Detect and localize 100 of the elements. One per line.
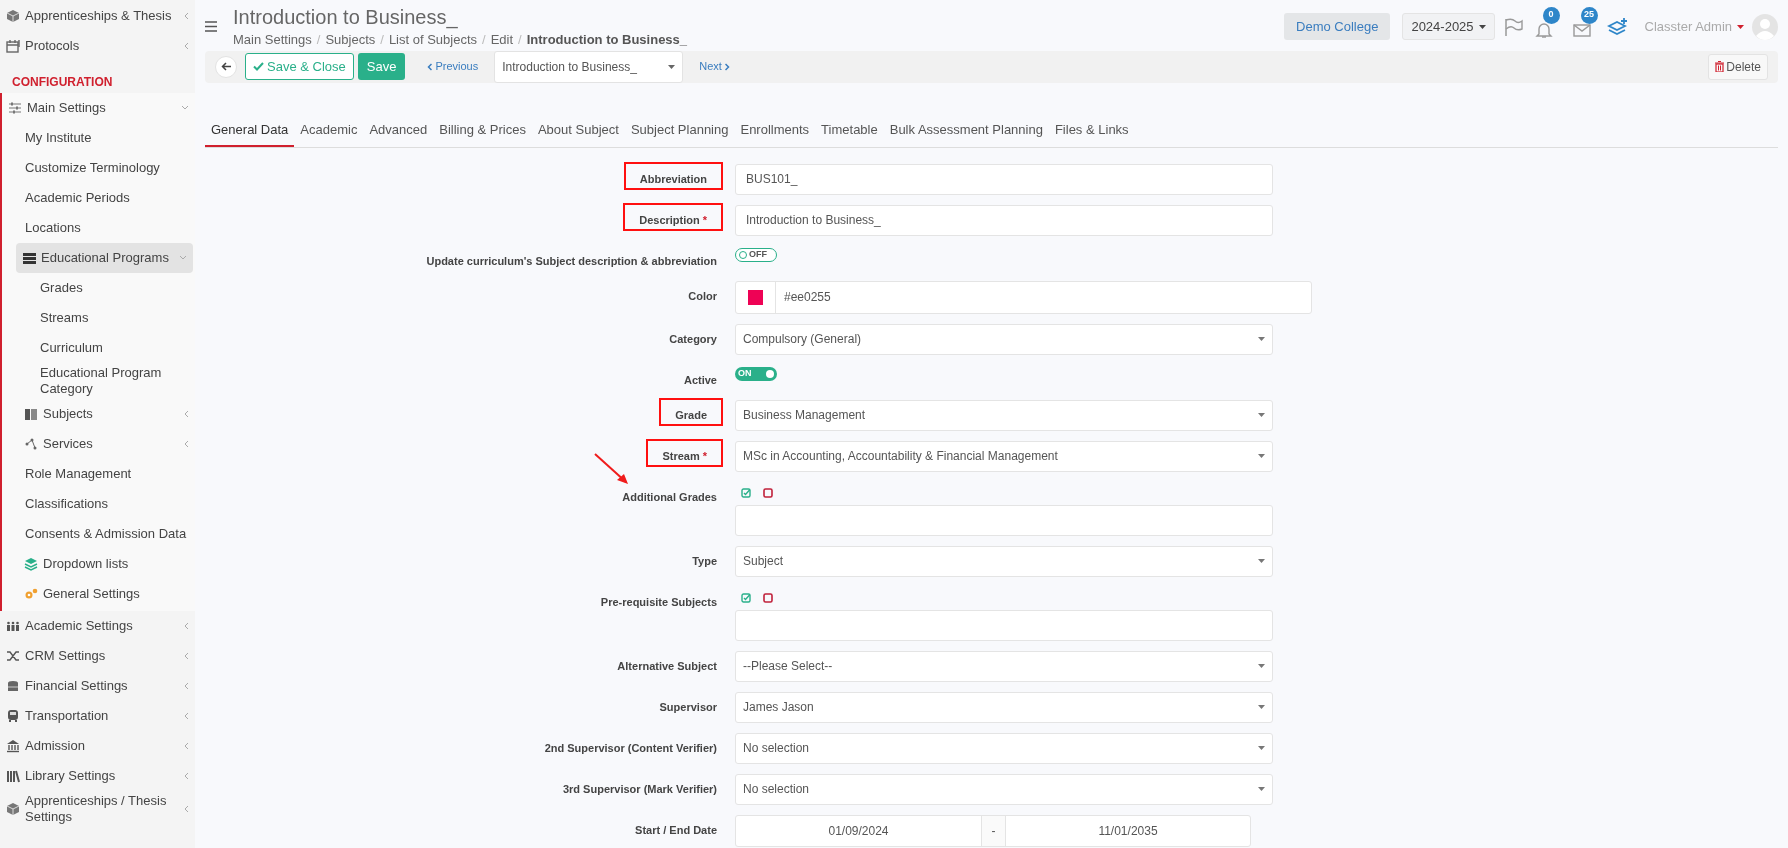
- caret-down-icon: [1258, 664, 1265, 668]
- sidebar-item[interactable]: General Settings: [2, 579, 195, 609]
- delete-button[interactable]: Delete: [1708, 53, 1768, 80]
- tab[interactable]: General Data: [205, 114, 295, 147]
- back-button[interactable]: [215, 55, 237, 78]
- text-field[interactable]: BUS101_: [735, 163, 1273, 195]
- sidebar-item[interactable]: Educational Program Category: [2, 363, 195, 399]
- caret-down-icon: [1258, 787, 1265, 791]
- year-dropdown[interactable]: 2024-2025: [1402, 13, 1495, 40]
- sidebar-item[interactable]: Consents & Admission Data: [2, 519, 195, 549]
- flag-icon[interactable]: [1502, 16, 1523, 37]
- select-dropdown[interactable]: --Please Select--: [735, 650, 1273, 682]
- sidebar-item[interactable]: Library Settings: [0, 761, 195, 791]
- caret-down-icon: [1258, 454, 1265, 458]
- next-link[interactable]: Next: [699, 58, 730, 75]
- tab[interactable]: About Subject: [531, 114, 625, 147]
- sidebar-item[interactable]: Financial Settings: [0, 671, 195, 701]
- clear-selection-icon[interactable]: [763, 592, 773, 603]
- tab[interactable]: Enrollments: [734, 114, 816, 147]
- required-asterisk: *: [702, 449, 707, 462]
- select-dropdown[interactable]: Subject: [735, 545, 1273, 577]
- arrow-left-icon: [221, 62, 231, 71]
- select-dropdown[interactable]: MSc in Accounting, Accountability & Financial Management: [735, 440, 1273, 472]
- toggle-switch[interactable]: OFF: [735, 247, 777, 262]
- breadcrumb-link[interactable]: Main Settings: [233, 30, 312, 50]
- sidebar-item[interactable]: Admission: [0, 731, 195, 761]
- bell-icon[interactable]: [1534, 20, 1553, 39]
- caret-down-icon: [1478, 24, 1486, 29]
- record-dropdown[interactable]: Introduction to Business_: [494, 50, 684, 83]
- breadcrumb-link[interactable]: Edit: [490, 30, 514, 50]
- field-label: Active: [682, 372, 718, 388]
- select-dropdown[interactable]: James Jason: [735, 691, 1273, 723]
- caret-down-icon: [1258, 705, 1265, 709]
- sidebar-item[interactable]: Main Settings: [2, 93, 195, 123]
- select-all-icon[interactable]: [741, 487, 751, 498]
- sidebar-item[interactable]: CRM Settings: [0, 641, 195, 671]
- cube-icon: [6, 802, 21, 816]
- sidebar-item[interactable]: Academic Periods: [2, 183, 195, 213]
- count-badge: 0: [1542, 6, 1560, 24]
- tab[interactable]: Timetable: [815, 114, 884, 147]
- trash-icon: [1715, 61, 1725, 72]
- clear-selection-icon[interactable]: [763, 487, 773, 498]
- tab[interactable]: Billing & Prices: [433, 114, 532, 147]
- tab[interactable]: Files & Links: [1048, 114, 1135, 147]
- sidebar-item[interactable]: Grades: [2, 273, 195, 303]
- field-label: Description *: [623, 202, 723, 231]
- book-icon: [24, 407, 39, 421]
- page-title: Introduction to Business_: [233, 5, 459, 30]
- sidebar-item[interactable]: Subjects: [2, 399, 195, 429]
- tab[interactable]: Academic: [294, 114, 364, 147]
- breadcrumb-link[interactable]: Subjects: [325, 30, 376, 50]
- sidebar-item[interactable]: Classifications: [2, 489, 195, 519]
- sidebar-item[interactable]: Apprenticeships & Thesis: [0, 1, 195, 31]
- tab[interactable]: Advanced: [363, 114, 434, 147]
- menu-icon[interactable]: [205, 21, 217, 32]
- breadcrumb-separator: /: [380, 31, 384, 49]
- shuffle-icon: [6, 649, 21, 663]
- caret-down-icon: [1258, 746, 1265, 750]
- sidebar-item[interactable]: Dropdown lists: [2, 549, 195, 579]
- gears-icon: [24, 587, 39, 601]
- breadcrumb-separator: /: [518, 31, 522, 49]
- select-all-icon[interactable]: [741, 592, 751, 603]
- sidebar-item[interactable]: Protocols: [0, 31, 195, 61]
- select-dropdown[interactable]: Business Management: [735, 399, 1273, 431]
- sidebar-item[interactable]: Apprenticeships / Thesis Settings: [0, 791, 195, 827]
- caret-down-icon: [1258, 413, 1265, 417]
- sidebar-item[interactable]: Streams: [2, 303, 195, 333]
- tab[interactable]: Bulk Assessment Planning: [883, 114, 1049, 147]
- sidebar-item[interactable]: Locations: [2, 213, 195, 243]
- sidebar-item[interactable]: Educational Programs: [16, 243, 193, 273]
- select-dropdown[interactable]: Compulsory (General): [735, 323, 1273, 355]
- multi-select-field[interactable]: [735, 504, 1273, 536]
- building-icon: [6, 739, 21, 753]
- coins-icon: [6, 679, 21, 693]
- sidebar-item[interactable]: Customize Terminology: [2, 153, 195, 183]
- stack-icon: [22, 251, 37, 265]
- breadcrumb-separator: /: [482, 31, 486, 49]
- sidebar-item[interactable]: Role Management: [2, 459, 195, 489]
- caret-down-icon: [1258, 559, 1265, 563]
- multi-select-field[interactable]: [735, 609, 1273, 641]
- sidebar-item[interactable]: My Institute: [2, 123, 195, 153]
- field-label: Grade: [659, 397, 723, 426]
- color-field[interactable]: #ee0255: [735, 280, 1312, 314]
- calendar-icon: [6, 39, 21, 53]
- sidebar-item[interactable]: Transportation: [0, 701, 195, 731]
- text-field[interactable]: Introduction to Business_: [735, 204, 1273, 236]
- tab[interactable]: Subject Planning: [624, 114, 735, 147]
- select-dropdown[interactable]: No selection: [735, 732, 1273, 764]
- field-label: Additional Grades: [621, 489, 718, 505]
- select-dropdown[interactable]: No selection: [735, 773, 1273, 805]
- sidebar-item[interactable]: Curriculum: [2, 333, 195, 363]
- field-label: Supervisor: [658, 699, 718, 715]
- breadcrumb-link[interactable]: List of Subjects: [388, 30, 478, 50]
- sidebar-item[interactable]: Academic Settings: [0, 611, 195, 641]
- nodes-icon: [24, 437, 39, 451]
- previous-link[interactable]: Previous: [427, 58, 479, 75]
- people-icon: [6, 619, 21, 633]
- institution-button[interactable]: Demo College: [1284, 13, 1391, 40]
- layers-plus-icon[interactable]: [1606, 16, 1629, 37]
- sidebar-item[interactable]: Services: [2, 429, 195, 459]
